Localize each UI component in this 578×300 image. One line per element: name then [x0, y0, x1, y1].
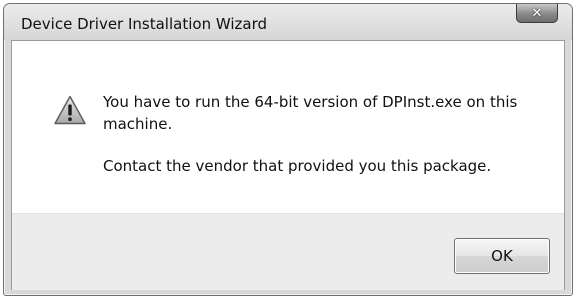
close-button[interactable]: ✕	[516, 4, 558, 23]
close-icon: ✕	[531, 5, 543, 21]
ok-button[interactable]: OK	[454, 238, 550, 274]
message-line-1: You have to run the 64-bit version of DP…	[103, 93, 518, 133]
window-title: Device Driver Installation Wizard	[21, 15, 267, 33]
dialog-window: Device Driver Installation Wizard ✕ You …	[3, 3, 573, 296]
message-text: You have to run the 64-bit version of DP…	[103, 91, 543, 177]
message-line-2: Contact the vendor that provided you thi…	[103, 157, 492, 175]
message-area: You have to run the 64-bit version of DP…	[12, 41, 564, 213]
dialog-client-area: You have to run the 64-bit version of DP…	[11, 40, 565, 290]
warning-icon	[54, 95, 86, 125]
button-bar: OK	[12, 213, 564, 290]
title-bar[interactable]: Device Driver Installation Wizard ✕	[4, 4, 572, 40]
